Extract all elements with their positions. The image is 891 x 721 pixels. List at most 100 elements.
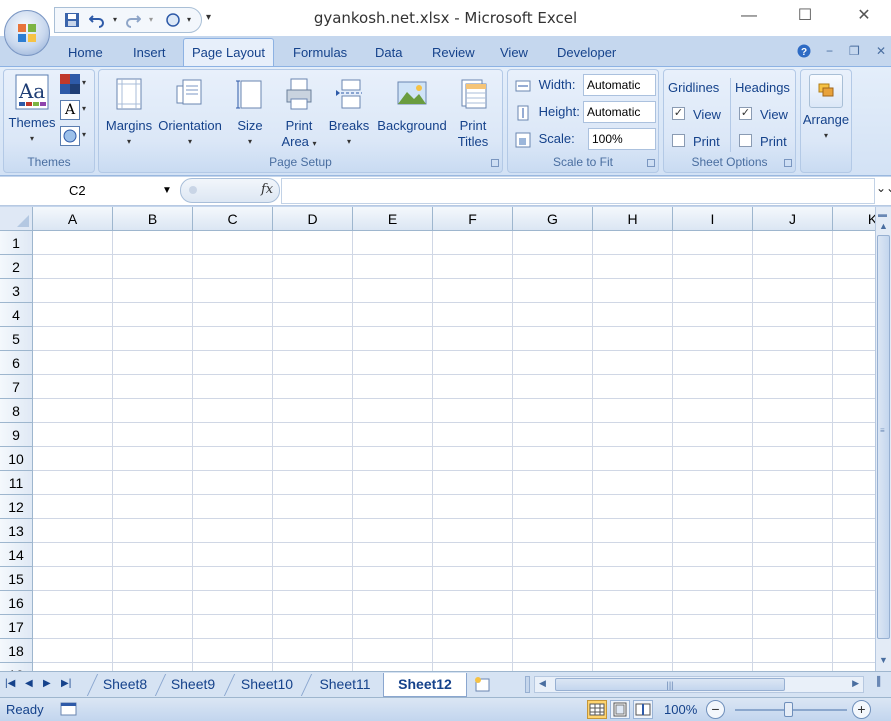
column-header[interactable]: C [193, 207, 273, 231]
column-header[interactable]: A [33, 207, 113, 231]
scroll-down-icon[interactable]: ▼ [879, 655, 888, 665]
previous-sheet-icon[interactable]: ◀ [25, 678, 33, 689]
row-header[interactable]: 14 [0, 543, 33, 567]
formula-input[interactable] [281, 178, 875, 204]
page-break-view-button[interactable] [633, 700, 653, 719]
first-sheet-icon[interactable]: |◀ [5, 678, 15, 689]
page-setup-launcher-icon[interactable] [491, 159, 499, 167]
zoom-in-icon[interactable]: + [852, 700, 871, 719]
column-header[interactable]: K [833, 207, 875, 231]
office-button[interactable] [4, 10, 50, 56]
row-header[interactable]: 5 [0, 327, 33, 351]
sheet-tab-active[interactable]: Sheet12 [383, 673, 467, 697]
width-select[interactable]: Automatic [583, 74, 656, 96]
margins-button[interactable]: Margins ▾ [103, 78, 155, 150]
row-header[interactable]: 16 [0, 591, 33, 615]
themes-button[interactable]: Aa Themes ▾ [6, 74, 58, 147]
breaks-button[interactable]: Breaks ▾ [327, 78, 371, 150]
macro-record-icon[interactable] [60, 701, 78, 720]
help-icon[interactable]: ? [797, 44, 811, 61]
horizontal-scrollbar[interactable]: ◀ ||| ▶ [534, 676, 864, 693]
sheet-tab[interactable]: Sheet8 [95, 673, 155, 697]
row-header[interactable]: 10 [0, 447, 33, 471]
ribbon-close-icon[interactable]: ✕ [876, 44, 886, 58]
row-header[interactable]: 12 [0, 495, 33, 519]
tab-developer[interactable]: Developer [557, 45, 616, 60]
theme-colors-button[interactable]: ▾ [60, 74, 90, 96]
row-header[interactable]: 11 [0, 471, 33, 495]
gridlines-view-checkbox[interactable]: ✓ [672, 107, 685, 120]
name-box[interactable]: C2 [0, 179, 178, 203]
column-header[interactable]: F [433, 207, 513, 231]
headings-print-checkbox[interactable] [739, 134, 752, 147]
zoom-slider-thumb[interactable] [784, 702, 793, 717]
insert-sheet-icon[interactable] [472, 675, 492, 696]
row-header[interactable]: 19 [0, 663, 33, 671]
last-sheet-icon[interactable]: ▶| [61, 678, 71, 689]
row-header[interactable]: 3 [0, 279, 33, 303]
row-header[interactable]: 4 [0, 303, 33, 327]
insert-function-button[interactable]: fx [261, 182, 273, 197]
page-layout-view-button[interactable] [610, 700, 630, 719]
column-header[interactable]: E [353, 207, 433, 231]
row-header[interactable]: 15 [0, 567, 33, 591]
print-area-button[interactable]: Print Area ▾ [277, 78, 321, 152]
row-header[interactable]: 6 [0, 351, 33, 375]
column-header[interactable]: B [113, 207, 193, 231]
row-header[interactable]: 7 [0, 375, 33, 399]
row-header[interactable]: 17 [0, 615, 33, 639]
headings-view-checkbox[interactable]: ✓ [739, 107, 752, 120]
scale-to-fit-launcher-icon[interactable] [647, 159, 655, 167]
split-handle-icon[interactable]: ▬ [878, 209, 887, 219]
column-header[interactable]: G [513, 207, 593, 231]
hsplit-handle-icon[interactable]: ▐ [870, 676, 884, 693]
normal-view-button[interactable] [587, 700, 607, 719]
tab-formulas[interactable]: Formulas [293, 45, 347, 60]
close-icon[interactable]: ✕ [849, 6, 879, 26]
theme-fonts-button[interactable]: A ▾ [60, 100, 90, 122]
sheet-tab[interactable]: Sheet10 [233, 673, 301, 697]
row-header[interactable]: 2 [0, 255, 33, 279]
ribbon-restore-icon[interactable]: ❐ [849, 44, 860, 58]
scroll-left-icon[interactable]: ◀ [539, 678, 546, 689]
orientation-button[interactable]: Orientation ▾ [157, 78, 223, 150]
column-header[interactable]: J [753, 207, 833, 231]
background-button[interactable]: Background [375, 78, 449, 134]
worksheet-grid[interactable]: ABCDEFGHIJK12345678910111213141516171819 [0, 207, 875, 671]
sheet-tab[interactable]: Sheet9 [162, 673, 224, 697]
scroll-right-icon[interactable]: ▶ [852, 678, 859, 689]
column-header[interactable]: I [673, 207, 753, 231]
tab-split-handle[interactable] [525, 676, 530, 693]
sheet-options-launcher-icon[interactable] [784, 159, 792, 167]
theme-effects-button[interactable]: ▾ [60, 126, 90, 148]
tab-page-layout[interactable]: Page Layout [183, 38, 275, 68]
row-header[interactable]: 9 [0, 423, 33, 447]
arrange-button[interactable]: Arrange ▾ [802, 74, 850, 144]
column-header[interactable]: H [593, 207, 673, 231]
ribbon-minimize-icon[interactable]: − [826, 44, 833, 58]
tab-home[interactable]: Home [68, 45, 103, 60]
select-all-button[interactable] [0, 207, 33, 231]
print-titles-button[interactable]: Print Titles [451, 78, 495, 150]
zoom-level[interactable]: 100% [664, 702, 697, 717]
height-select[interactable]: Automatic [583, 101, 656, 123]
row-header[interactable]: 13 [0, 519, 33, 543]
scale-input[interactable]: 100% [588, 128, 656, 150]
minimize-icon[interactable]: — [734, 6, 764, 26]
gridlines-print-checkbox[interactable] [672, 134, 685, 147]
maximize-icon[interactable]: ☐ [790, 6, 820, 26]
tab-view[interactable]: View [500, 45, 528, 60]
tab-data[interactable]: Data [375, 45, 402, 60]
size-button[interactable]: Size ▾ [229, 78, 271, 150]
vertical-scroll-thumb[interactable]: ≡ [877, 235, 890, 639]
vertical-scrollbar[interactable]: ▬ ▲ ≡ ▼ [875, 207, 891, 671]
formula-bar-expand-icon[interactable]: ⌄⌄ [876, 181, 891, 195]
expand-handle-icon[interactable] [189, 186, 197, 194]
row-header[interactable]: 8 [0, 399, 33, 423]
row-header[interactable]: 1 [0, 231, 33, 255]
name-box-dropdown-icon[interactable]: ▼ [162, 185, 172, 196]
column-header[interactable]: D [273, 207, 353, 231]
row-header[interactable]: 18 [0, 639, 33, 663]
zoom-out-icon[interactable]: − [706, 700, 725, 719]
tab-review[interactable]: Review [432, 45, 475, 60]
